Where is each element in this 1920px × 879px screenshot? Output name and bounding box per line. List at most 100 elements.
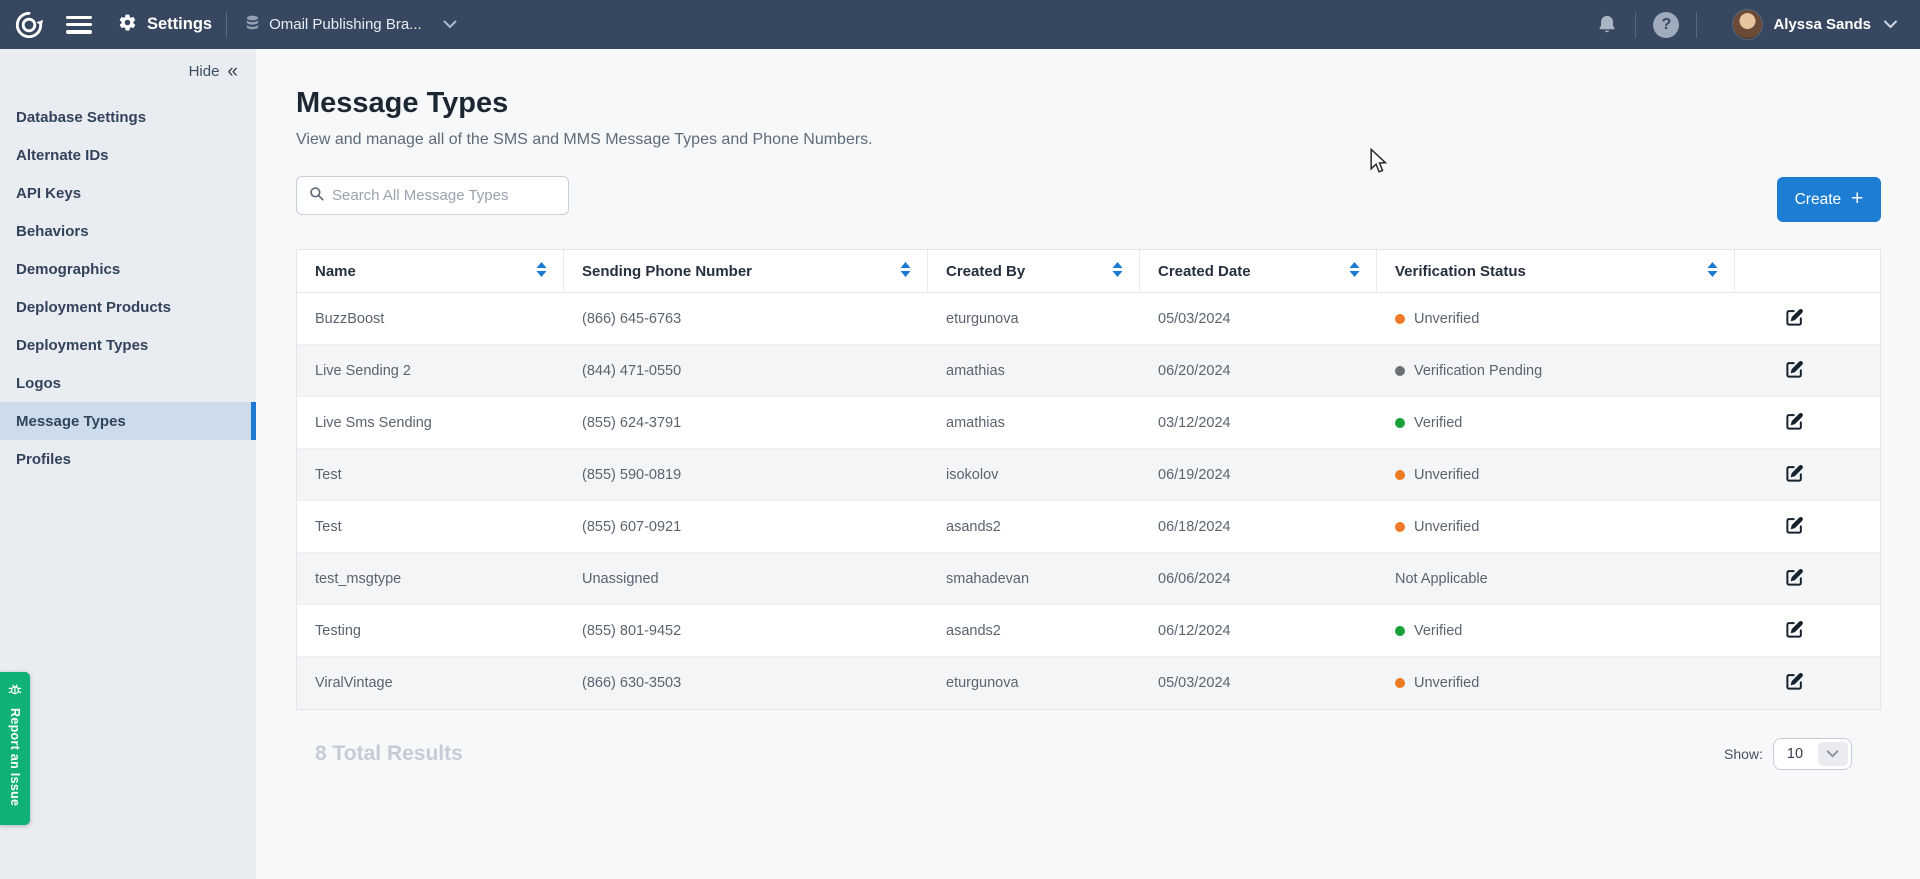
- sidebar-item-deployment-types[interactable]: Deployment Types: [0, 326, 256, 364]
- status-label: Verified: [1414, 623, 1462, 639]
- user-avatar[interactable]: [1732, 9, 1763, 40]
- sidebar-item-profiles[interactable]: Profiles: [0, 440, 256, 478]
- table-row: Live Sending 2 (844) 471-0550 amathias 0…: [297, 345, 1880, 397]
- edit-pencil-square-icon: [1785, 464, 1804, 486]
- cell-verification-status: Unverified: [1377, 467, 1735, 483]
- create-button-label: Create: [1795, 191, 1842, 209]
- search-input[interactable]: [332, 187, 558, 204]
- cell-created-date: 06/12/2024: [1158, 623, 1231, 639]
- cell-created-by: amathias: [946, 415, 1005, 431]
- table-row: BuzzBoost (866) 645-6763 eturgunova 05/0…: [297, 293, 1880, 345]
- topbar-right-group: ? Alyssa Sands: [1596, 9, 1920, 40]
- sort-icon[interactable]: [1112, 262, 1123, 281]
- edit-button[interactable]: [1783, 514, 1806, 540]
- cell-created-by: eturgunova: [946, 311, 1019, 327]
- sidebar-item-label: Deployment Products: [16, 299, 171, 316]
- table-body: BuzzBoost (866) 645-6763 eturgunova 05/0…: [297, 293, 1880, 709]
- cell-created-date: 05/03/2024: [1158, 675, 1231, 691]
- edit-button[interactable]: [1783, 670, 1806, 696]
- edit-button[interactable]: [1783, 306, 1806, 332]
- app-title: Settings: [147, 15, 212, 34]
- edit-pencil-square-icon: [1785, 620, 1804, 642]
- sidebar-item-database-settings[interactable]: Database Settings: [0, 98, 256, 136]
- sidebar-item-logos[interactable]: Logos: [0, 364, 256, 402]
- cell-created-by: amathias: [946, 363, 1005, 379]
- status-label: Not Applicable: [1395, 571, 1488, 587]
- sort-icon[interactable]: [536, 262, 547, 281]
- topbar-divider: [1635, 12, 1636, 38]
- cell-sending-phone-number: (855) 624-3791: [582, 415, 681, 431]
- cell-verification-status: Verification Pending: [1377, 363, 1735, 379]
- cell-verification-status: Verified: [1377, 415, 1735, 431]
- main-content: Message Types View and manage all of the…: [256, 49, 1920, 879]
- topbar-divider: [1696, 12, 1697, 38]
- top-navigation-bar: Settings Omail Publishing Bra... ? Alyss…: [0, 0, 1920, 49]
- sidebar-item-behaviors[interactable]: Behaviors: [0, 212, 256, 250]
- cell-sending-phone-number: Unassigned: [582, 571, 659, 587]
- column-header-created-date[interactable]: Created Date: [1140, 250, 1377, 292]
- edit-button[interactable]: [1783, 410, 1806, 436]
- table-header-row: Name Sending Phone Number Created By Cre…: [297, 250, 1880, 293]
- column-header-sending-phone-number[interactable]: Sending Phone Number: [564, 250, 928, 292]
- cell-sending-phone-number: (844) 471-0550: [582, 363, 681, 379]
- edit-pencil-square-icon: [1785, 360, 1804, 382]
- edit-button[interactable]: [1783, 618, 1806, 644]
- edit-button[interactable]: [1783, 566, 1806, 592]
- omeda-logo-icon[interactable]: [14, 10, 44, 40]
- sidebar-nav: Database Settings Alternate IDs API Keys…: [0, 98, 256, 478]
- sidebar-item-api-keys[interactable]: API Keys: [0, 174, 256, 212]
- column-header-created-by[interactable]: Created By: [928, 250, 1140, 292]
- cell-name: Testing: [315, 623, 361, 639]
- status-label: Verification Pending: [1414, 363, 1542, 379]
- cell-created-date: 06/06/2024: [1158, 571, 1231, 587]
- sidebar-item-deployment-products[interactable]: Deployment Products: [0, 288, 256, 326]
- cell-created-by: asands2: [946, 623, 1001, 639]
- cell-created-date: 06/19/2024: [1158, 467, 1231, 483]
- create-button[interactable]: Create +: [1777, 177, 1881, 222]
- cell-verification-status: Unverified: [1377, 675, 1735, 691]
- sidebar-item-label: Logos: [16, 375, 61, 392]
- hide-label: Hide: [189, 63, 220, 80]
- table-row: Live Sms Sending (855) 624-3791 amathias…: [297, 397, 1880, 449]
- page-size-select[interactable]: 10: [1773, 738, 1852, 770]
- menu-icon[interactable]: [66, 16, 92, 34]
- sidebar-item-alternate-ids[interactable]: Alternate IDs: [0, 136, 256, 174]
- cell-created-by: eturgunova: [946, 675, 1019, 691]
- database-selector[interactable]: Omail Publishing Bra...: [241, 9, 461, 41]
- sidebar-item-message-types[interactable]: Message Types: [0, 402, 256, 440]
- sort-icon[interactable]: [1349, 262, 1360, 281]
- notifications-bell-icon[interactable]: [1596, 14, 1618, 36]
- table-row: Test (855) 590-0819 isokolov 06/19/2024 …: [297, 449, 1880, 501]
- status-label: Verified: [1414, 415, 1462, 431]
- table-row: ViralVintage (866) 630-3503 eturgunova 0…: [297, 657, 1880, 709]
- edit-pencil-square-icon: [1785, 516, 1804, 538]
- sort-icon[interactable]: [900, 262, 911, 281]
- edit-button[interactable]: [1783, 462, 1806, 488]
- column-header-verification-status[interactable]: Verification Status: [1377, 250, 1735, 292]
- table-row: Testing (855) 801-9452 asands2 06/12/202…: [297, 605, 1880, 657]
- sidebar-item-label: Message Types: [16, 413, 126, 430]
- status-dot: [1395, 522, 1405, 532]
- page-title: Message Types: [296, 87, 508, 120]
- cell-sending-phone-number: (855) 590-0819: [582, 467, 681, 483]
- chevron-down-icon: [443, 20, 457, 29]
- hide-sidebar-button[interactable]: Hide «: [0, 49, 256, 84]
- column-header-name[interactable]: Name: [297, 250, 564, 292]
- cell-name: Live Sms Sending: [315, 415, 432, 431]
- sort-icon[interactable]: [1707, 262, 1718, 281]
- gear-icon: [118, 13, 137, 37]
- search-box: [296, 176, 569, 215]
- cell-created-by: smahadevan: [946, 571, 1029, 587]
- cell-name: ViralVintage: [315, 675, 393, 691]
- status-label: Unverified: [1414, 467, 1479, 483]
- status-label: Unverified: [1414, 311, 1479, 327]
- cell-sending-phone-number: (855) 607-0921: [582, 519, 681, 535]
- edit-button[interactable]: [1783, 358, 1806, 384]
- user-menu-chevron-down-icon[interactable]: [1883, 20, 1898, 29]
- report-an-issue-tab[interactable]: Report an Issue: [0, 672, 30, 825]
- sidebar-item-label: Deployment Types: [16, 337, 148, 354]
- sidebar-item-label: Demographics: [16, 261, 120, 278]
- sidebar-item-demographics[interactable]: Demographics: [0, 250, 256, 288]
- sidebar-item-label: Profiles: [16, 451, 71, 468]
- help-icon[interactable]: ?: [1653, 12, 1679, 38]
